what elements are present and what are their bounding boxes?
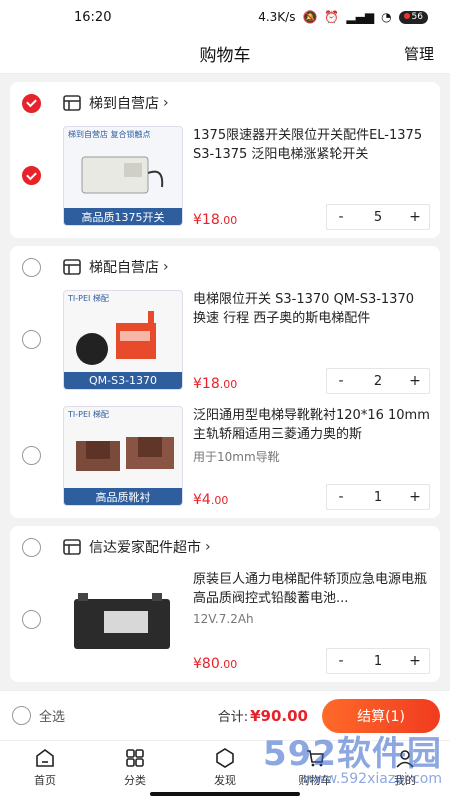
quantity-stepper: - 1 + (326, 484, 430, 510)
item-spec[interactable]: 用于10mm导靴 (193, 448, 430, 465)
decrease-button[interactable]: - (327, 485, 355, 509)
mute-icon: 🔕 (302, 10, 318, 24)
chevron-right-icon[interactable]: › (163, 259, 169, 275)
item-title[interactable]: 电梯限位开关 S3-1370 QM-S3-1370 换速 行程 西子奥的斯电梯配… (193, 290, 430, 328)
select-all-checkbox[interactable] (12, 706, 31, 725)
page-title: 购物车 (199, 46, 251, 66)
thumb-caption: QM-S3-1370 (64, 372, 182, 389)
product-image[interactable] (63, 570, 183, 670)
store-card: 梯配自营店 › TI-PEI 梯配 QM-S3-1370 电梯限位开关 S3-1… (10, 246, 440, 518)
thumb-caption: 高品质1375开关 (64, 208, 182, 225)
cart-list: 梯到自营店 › 梯到自营店 复合锁触点 高品质1375开关 1375限速器开关限… (0, 74, 450, 682)
status-icons: 4.3K/s 🔕 ⏰ ▂▄▆ ◔ 56 (258, 10, 428, 24)
store-name[interactable]: 梯到自营店 (89, 93, 159, 113)
tab-label: 购物车 (298, 774, 332, 787)
chevron-right-icon[interactable]: › (205, 539, 211, 555)
nav-bar: 购物车 管理 (0, 34, 450, 74)
store-card: 梯到自营店 › 梯到自营店 复合锁触点 高品质1375开关 1375限速器开关限… (10, 82, 440, 238)
manage-button[interactable]: 管理 (404, 43, 434, 64)
item-spec[interactable]: 12V.7.2Ah (193, 612, 430, 626)
increase-button[interactable]: + (401, 649, 429, 673)
decrease-button[interactable]: - (327, 369, 355, 393)
tab-home[interactable]: 首页 (0, 741, 90, 800)
item-price: ¥80.00 (193, 656, 238, 672)
signal-icon: ▂▄▆ (346, 10, 375, 24)
store-checkbox[interactable] (22, 93, 41, 113)
alarm-icon: ⏰ (324, 10, 340, 24)
item-price: ¥4.00 (193, 492, 229, 508)
store-card: 信达爱家配件超市 › 原装巨人通力电梯配件轿顶应急电源电瓶 高品质阀控式铅酸蓄电… (10, 526, 440, 682)
tab-label: 我的 (394, 774, 416, 787)
shop-icon (63, 95, 81, 111)
battery-icon: 56 (398, 10, 428, 24)
total-value: ¥90.00 (250, 706, 308, 725)
tab-mine[interactable]: 我的 (360, 741, 450, 800)
tab-label: 首页 (34, 774, 56, 787)
quantity-value[interactable]: 1 (355, 485, 401, 509)
shop-icon (63, 539, 81, 555)
store-name[interactable]: 信达爱家配件超市 (89, 537, 201, 557)
cart-item: 梯到自营店 复合锁触点 高品质1375开关 1375限速器开关限位开关配件EL-… (10, 114, 440, 230)
product-image[interactable]: TI-PEI 梯配 高品质靴衬 (63, 406, 183, 506)
item-checkbox[interactable] (22, 446, 41, 465)
increase-button[interactable]: + (401, 205, 429, 229)
wifi-icon: ◔ (381, 10, 392, 24)
item-price: ¥18.00 (193, 376, 238, 392)
grid-icon (126, 749, 144, 767)
decrease-button[interactable]: - (327, 649, 355, 673)
home-indicator[interactable] (150, 792, 300, 796)
quantity-stepper: - 2 + (326, 368, 430, 394)
item-info: 电梯限位开关 S3-1370 QM-S3-1370 换速 行程 西子奥的斯电梯配… (193, 290, 430, 394)
checkout-bar: 全选 合计: ¥90.00 结算(1) (0, 690, 450, 740)
tab-label: 分类 (124, 774, 146, 787)
item-info: 原装巨人通力电梯配件轿顶应急电源电瓶 高品质阀控式铅酸蓄电池... 12V.7.… (193, 570, 430, 674)
quantity-value[interactable]: 2 (355, 369, 401, 393)
home-icon (36, 749, 54, 767)
thumb-caption: 高品质靴衬 (64, 488, 182, 505)
tab-label: 发现 (214, 774, 236, 787)
quantity-stepper: - 1 + (326, 648, 430, 674)
product-image[interactable]: 梯到自营店 复合锁触点 高品质1375开关 (63, 126, 183, 226)
product-image[interactable]: TI-PEI 梯配 QM-S3-1370 (63, 290, 183, 390)
cart-item: TI-PEI 梯配 QM-S3-1370 电梯限位开关 S3-1370 QM-S… (10, 278, 440, 394)
tab-bar: 首页 分类 发现 购物车 我的 (0, 740, 450, 800)
shop-icon (63, 259, 81, 275)
item-checkbox[interactable] (22, 330, 41, 349)
item-info: 泛阳通用型电梯导靴靴衬120*16 10mm主轨轿厢适用三菱通力奥的斯 用于10… (193, 406, 430, 510)
total-label: 合计: (217, 710, 249, 725)
quantity-value[interactable]: 5 (355, 205, 401, 229)
item-price: ¥18.00 (193, 212, 238, 228)
item-info: 1375限速器开关限位开关配件EL-1375 S3-1375 泛阳电梯涨紧轮开关… (193, 126, 430, 230)
item-checkbox[interactable] (22, 610, 41, 629)
quantity-value[interactable]: 1 (355, 649, 401, 673)
store-name[interactable]: 梯配自营店 (89, 257, 159, 277)
item-title[interactable]: 1375限速器开关限位开关配件EL-1375 S3-1375 泛阳电梯涨紧轮开关 (193, 126, 430, 164)
decrease-button[interactable]: - (327, 205, 355, 229)
store-header[interactable]: 梯配自营店 › (10, 256, 440, 278)
compass-icon (216, 748, 234, 768)
checkout-button[interactable]: 结算(1) (322, 698, 440, 733)
store-checkbox[interactable] (22, 257, 41, 277)
chevron-right-icon[interactable]: › (163, 95, 169, 111)
cart-item: 原装巨人通力电梯配件轿顶应急电源电瓶 高品质阀控式铅酸蓄电池... 12V.7.… (10, 558, 440, 674)
item-title[interactable]: 原装巨人通力电梯配件轿顶应急电源电瓶 高品质阀控式铅酸蓄电池... (193, 570, 430, 608)
cart-item: TI-PEI 梯配 高品质靴衬 泛阳通用型电梯导靴靴衬120*16 10mm主轨… (10, 394, 440, 510)
quantity-stepper: - 5 + (326, 204, 430, 230)
item-checkbox[interactable] (22, 166, 41, 185)
store-header[interactable]: 信达爱家配件超市 › (10, 536, 440, 558)
increase-button[interactable]: + (401, 369, 429, 393)
cart-icon (307, 750, 324, 767)
increase-button[interactable]: + (401, 485, 429, 509)
select-all-label[interactable]: 全选 (39, 706, 65, 725)
network-speed: 4.3K/s (258, 10, 296, 24)
status-bar: 16:20 4.3K/s 🔕 ⏰ ▂▄▆ ◔ 56 (0, 0, 450, 34)
store-checkbox[interactable] (22, 537, 41, 557)
status-time: 16:20 (74, 9, 112, 25)
store-header[interactable]: 梯到自营店 › (10, 92, 440, 114)
item-title[interactable]: 泛阳通用型电梯导靴靴衬120*16 10mm主轨轿厢适用三菱通力奥的斯 (193, 406, 430, 444)
user-icon (396, 750, 414, 768)
